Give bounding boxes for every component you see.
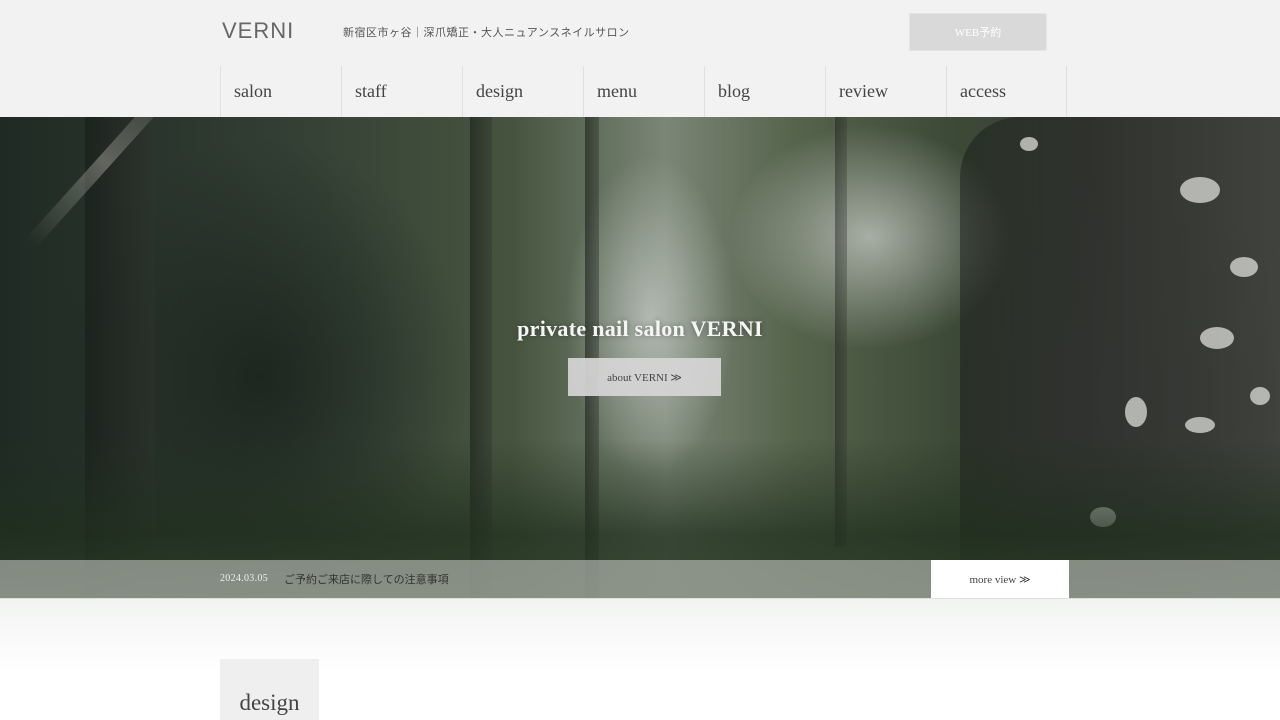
nav-item-design[interactable]: design (462, 66, 583, 117)
site-header: VERNI 新宿区市ヶ谷｜深爪矯正・大人ニュアンスネイルサロン WEB予約 sa… (0, 0, 1280, 117)
web-reservation-button[interactable]: WEB予約 (909, 13, 1047, 51)
news-date: 2024.03.05 (220, 573, 268, 584)
news-title-link[interactable]: ご予約ご来店に際しての注意事項 (284, 571, 449, 587)
nav-item-blog[interactable]: blog (704, 66, 825, 117)
site-logo[interactable]: VERNI (222, 18, 294, 44)
nav-item-staff[interactable]: staff (341, 66, 462, 117)
nav-item-review[interactable]: review (825, 66, 946, 117)
nav-item-access[interactable]: access (946, 66, 1067, 117)
design-section-heading: design (220, 659, 319, 720)
hero-title: private nail salon VERNI (517, 316, 763, 341)
news-bar: 2024.03.05 ご予約ご来店に際しての注意事項 more view ≫ (0, 560, 1280, 598)
more-view-button[interactable]: more view ≫ (931, 560, 1069, 598)
hero-section: private nail salon VERNI about VERNI ≫ (0, 117, 1280, 599)
nav-item-salon[interactable]: salon (220, 66, 341, 117)
hero-fade-overlay (0, 598, 1280, 720)
site-tagline: 新宿区市ヶ谷｜深爪矯正・大人ニュアンスネイルサロン (343, 27, 630, 39)
nav-item-menu[interactable]: menu (583, 66, 704, 117)
about-verni-button[interactable]: about VERNI ≫ (568, 358, 721, 396)
main-nav: salon staff design menu blog review acce… (220, 66, 1067, 117)
